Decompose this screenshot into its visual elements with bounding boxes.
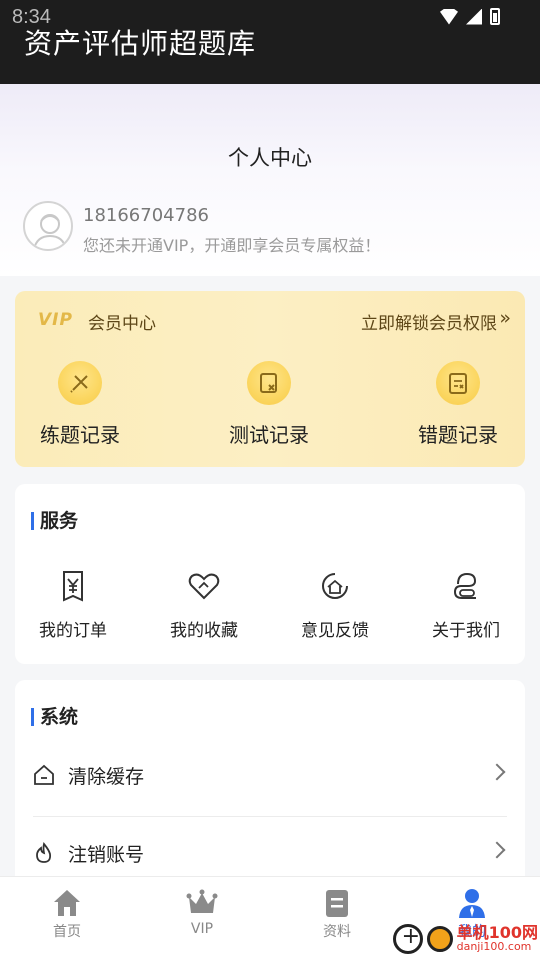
- house-clear-icon: [33, 764, 55, 786]
- services-title: 服务: [31, 512, 78, 531]
- clear-cache-row[interactable]: 清除缓存: [15, 738, 525, 816]
- wifi-icon: [440, 8, 458, 25]
- nav-vip[interactable]: VIP: [157, 887, 247, 937]
- person-icon: [456, 887, 488, 919]
- nav-materials[interactable]: 资料: [292, 887, 382, 941]
- test-record-label: 测试记录: [229, 423, 309, 447]
- about-us-button[interactable]: 关于我们: [411, 568, 521, 641]
- feedback-button[interactable]: 意见反馈: [280, 568, 390, 641]
- nav-home-label: 首页: [53, 924, 81, 940]
- yuan-receipt-icon: [55, 568, 91, 604]
- app-bar: 8:34 资产评估师超题库: [0, 0, 540, 84]
- test-record-button[interactable]: 测试记录: [214, 361, 324, 448]
- system-title: 系统: [31, 708, 78, 727]
- bottom-nav: 首页 VIP 资料 我的 单机100网 danji100.com: [0, 876, 540, 960]
- document-icon: [321, 887, 353, 919]
- nav-materials-label: 资料: [323, 924, 351, 940]
- clear-cache-label: 清除缓存: [68, 766, 145, 788]
- vip-hint[interactable]: 您还未开通VIP，开通即享会员专属权益！: [83, 232, 380, 256]
- avatar[interactable]: [23, 201, 73, 251]
- vip-unlock-link[interactable]: 立即解锁会员权限: [361, 309, 497, 334]
- signal-icon: [466, 8, 482, 25]
- app-title: 资产评估师超题库: [24, 27, 257, 60]
- my-favorites-label: 我的收藏: [170, 621, 238, 641]
- watermark: 单机100网 danji100.com: [392, 923, 538, 954]
- watermark-orange-icon: [426, 926, 453, 952]
- user-phone: 18166704786: [83, 205, 209, 226]
- flame-icon: [33, 842, 55, 864]
- watermark-plus-icon: [392, 924, 423, 954]
- about-icon: [448, 568, 484, 604]
- status-icons: [440, 8, 500, 25]
- clipboard-wrong-icon: [436, 361, 480, 405]
- feedback-label: 意见反馈: [301, 621, 369, 641]
- nav-vip-label: VIP: [190, 921, 214, 937]
- heart-hand-icon: [186, 568, 222, 604]
- my-orders-label: 我的订单: [39, 621, 107, 641]
- my-orders-button[interactable]: 我的订单: [18, 568, 128, 641]
- my-favorites-button[interactable]: 我的收藏: [149, 568, 259, 641]
- vip-card: VIP 会员中心 立即解锁会员权限 » 练题记录 测试记录 错题记录: [15, 291, 525, 467]
- test-record-icon: [247, 361, 291, 405]
- home-icon: [51, 887, 83, 919]
- practice-record-button[interactable]: 练题记录: [25, 361, 135, 448]
- wrong-record-button[interactable]: 错题记录: [403, 361, 513, 448]
- chevron-right-icon: [488, 841, 506, 859]
- about-us-label: 关于我们: [432, 621, 500, 641]
- pencil-ruler-icon: [58, 361, 102, 405]
- delete-account-label: 注销账号: [68, 844, 145, 866]
- services-card: 服务 我的订单 我的收藏 意见反馈 关于我们: [15, 484, 525, 664]
- wrong-record-label: 错题记录: [418, 423, 498, 447]
- vip-logo: VIP: [38, 310, 73, 330]
- nav-home[interactable]: 首页: [22, 887, 112, 941]
- practice-record-label: 练题记录: [40, 423, 120, 447]
- chevron-right-icon: [488, 763, 506, 781]
- system-card: 系统 清除缓存 注销账号: [15, 680, 525, 876]
- feedback-icon: [317, 568, 353, 604]
- page-title: 个人中心: [228, 146, 312, 170]
- crown-icon: [186, 887, 218, 919]
- vip-center-title: 会员中心: [88, 314, 156, 334]
- double-chevron-right-icon[interactable]: »: [499, 307, 511, 329]
- watermark-text: 单机100网: [456, 923, 538, 942]
- watermark-sub: danji100.com: [456, 940, 532, 953]
- battery-icon: [490, 8, 500, 25]
